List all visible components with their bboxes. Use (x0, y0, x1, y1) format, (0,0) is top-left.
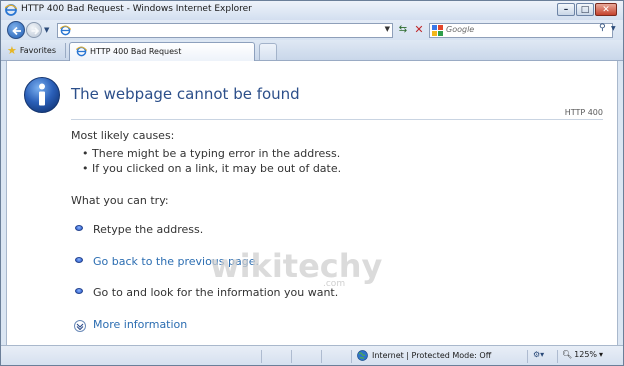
minimize-button[interactable]: – (557, 3, 575, 16)
expand-chevron-icon[interactable] (74, 320, 86, 332)
status-divider (261, 350, 262, 363)
status-bar: Internet | Protected Mode: Off ⚙▾ 🔍︎ 125… (1, 345, 623, 365)
watermark-logo: wikitechy (210, 247, 383, 285)
stop-icon[interactable]: ✕ (412, 23, 426, 37)
window-controls: – □ ✕ (557, 3, 617, 16)
zone-label: Internet | Protected Mode: Off (372, 351, 492, 360)
forward-arrow-icon (31, 27, 40, 35)
bullet-icon (75, 288, 83, 294)
status-divider (321, 350, 322, 363)
search-magnifier-icon[interactable]: ⚲ (599, 23, 606, 33)
security-zone[interactable]: Internet | Protected Mode: Off (357, 350, 491, 361)
header-divider (71, 119, 603, 120)
zoom-magnifier-icon: 🔍︎ (562, 350, 573, 359)
cause-item: If you clicked on a link, it may be out … (82, 162, 341, 175)
page-title: The webpage cannot be found (71, 85, 300, 103)
bullet-icon (75, 225, 83, 231)
google-logo-icon (432, 25, 443, 36)
popup-blocker-icon[interactable]: ⚙▾ (533, 350, 544, 359)
back-button[interactable] (7, 21, 25, 39)
causes-heading: Most likely causes: (71, 129, 175, 142)
favorites-label: Favorites (19, 46, 57, 55)
navigation-bar: ▼ ▼ ⇆ ✕ Google ⚲ ▼ (1, 20, 623, 40)
page-content: The webpage cannot be found HTTP 400 Mos… (6, 61, 618, 345)
http-status-code: HTTP 400 (564, 108, 603, 117)
forward-button[interactable] (26, 22, 42, 38)
ie-page-icon (76, 46, 87, 57)
tab-bar: ★ Favorites HTTP 400 Bad Request (1, 40, 623, 61)
refresh-icon[interactable]: ⇆ (396, 23, 410, 37)
status-divider (527, 350, 528, 363)
try-item-go-to: Go to and look for the information you w… (93, 286, 339, 299)
cause-item: There might be a typing error in the add… (82, 147, 340, 160)
info-icon (24, 77, 60, 113)
star-icon: ★ (7, 44, 17, 57)
maximize-button[interactable]: □ (576, 3, 594, 16)
zoom-level: 125% (574, 350, 598, 359)
search-placeholder: Google (446, 25, 475, 34)
recent-pages-dropdown-icon[interactable]: ▼ (44, 26, 49, 34)
try-heading: What you can try: (71, 194, 169, 207)
browser-window: HTTP 400 Bad Request - Windows Internet … (0, 0, 624, 366)
ie-logo-icon (5, 4, 17, 16)
close-icon: ✕ (602, 5, 610, 15)
tab-http-400[interactable]: HTTP 400 Bad Request (69, 42, 255, 61)
globe-icon (357, 350, 368, 361)
status-divider (351, 350, 352, 363)
tab-label: HTTP 400 Bad Request (90, 47, 182, 56)
address-field[interactable]: ▼ (57, 23, 393, 38)
watermark-suffix: .com (323, 279, 346, 289)
new-tab-button[interactable] (259, 43, 277, 60)
try-item-retype: Retype the address. (93, 223, 204, 236)
toolbar-divider (65, 43, 66, 58)
status-divider (557, 350, 558, 363)
zoom-control[interactable]: 🔍︎ 125% ▾ (562, 350, 603, 359)
status-divider (291, 350, 292, 363)
more-information-link[interactable]: More information (93, 318, 187, 331)
ie-page-icon (60, 25, 71, 36)
search-input[interactable]: Google (429, 23, 613, 38)
search-options-dropdown-icon[interactable]: ▼ (611, 25, 616, 32)
bullet-icon (75, 257, 83, 263)
close-button[interactable]: ✕ (595, 3, 617, 16)
maximize-icon: □ (580, 5, 590, 15)
minimize-icon: – (563, 5, 569, 15)
zoom-dropdown-icon: ▾ (599, 350, 604, 359)
back-arrow-icon (12, 26, 21, 36)
title-bar: HTTP 400 Bad Request - Windows Internet … (1, 1, 623, 20)
favorites-button[interactable]: ★ Favorites (7, 43, 56, 58)
window-title: HTTP 400 Bad Request - Windows Internet … (21, 4, 252, 14)
dropdown-icon[interactable]: ▼ (385, 25, 390, 33)
